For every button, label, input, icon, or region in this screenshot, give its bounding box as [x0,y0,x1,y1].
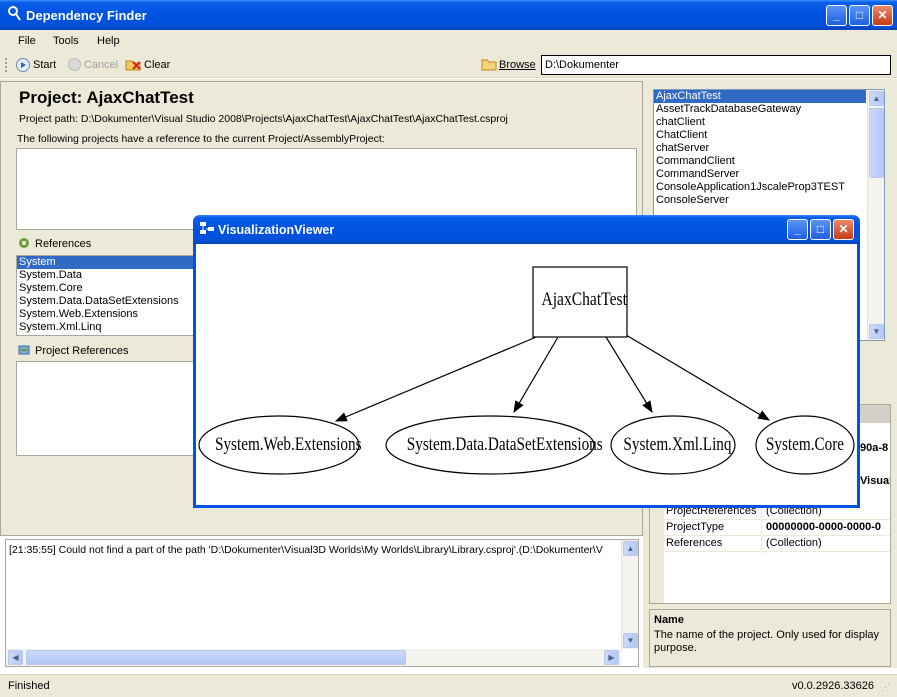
property-row[interactable]: ProjectType 00000000-0000-0000-0 [664,520,890,536]
maximize-button[interactable]: □ [849,5,870,26]
viewer-maximize-button[interactable]: □ [810,219,831,240]
visualization-viewer-window[interactable]: VisualizationViewer _ □ ✕ AjaxChatTest S… [193,215,860,508]
list-item[interactable]: System.Core [17,282,215,295]
play-icon [16,58,30,72]
references-label: References [35,238,92,250]
path-field[interactable]: D:\Dokumenter [541,55,891,75]
description-text: The name of the project. Only used for d… [654,629,880,654]
viewer-title-bar[interactable]: VisualizationViewer _ □ ✕ [193,215,860,244]
status-bar: Finished v0.0.2926.33626 ⋰ [0,674,897,697]
list-item[interactable]: ChatClient [654,129,884,142]
node-label: System.Core [765,434,845,455]
log-vscroll[interactable]: ▲ ▼ [621,540,638,649]
viewer-minimize-button[interactable]: _ [787,219,808,240]
log-hscroll[interactable]: ◀ ▶ [6,649,622,666]
project-title: Project: AjaxChatTest [19,88,194,107]
description-title: Name [654,614,684,626]
references-icon [18,237,30,249]
network-icon [199,221,215,235]
folder-icon [481,57,497,71]
minimize-button[interactable]: _ [826,5,847,26]
root-node-label: AjaxChatTest [541,289,627,310]
project-references-icon [18,344,30,356]
menu-bar: File Tools Help [0,30,897,52]
node-label: System.Data.DataSetExtensions [406,434,603,455]
property-row[interactable]: References (Collection) [664,536,890,552]
list-item[interactable]: CommandClient [654,155,884,168]
node-label: System.Web.Extensions [215,434,362,455]
list-item[interactable]: AssetTrackDatabaseGateway [654,103,884,116]
scroll-thumb[interactable] [869,108,884,178]
resize-grip[interactable]: ⋰ [881,682,890,693]
log-box[interactable]: [21:35:55] Could not find a part of the … [5,539,639,667]
menu-file[interactable]: File [18,35,36,47]
property-value-partial: 90a-8 [860,442,889,454]
grip [5,58,8,72]
property-value-partial: Visual [860,475,891,487]
browse-button[interactable]: Browse [499,59,536,71]
list-item[interactable]: AjaxChatTest [654,90,866,103]
toolbar: Start Cancel Clear Browse D:\Dokumenter [0,52,897,78]
graph-edges [334,334,771,422]
window-title: Dependency Finder [26,8,147,23]
menu-tools[interactable]: Tools [53,35,79,47]
start-button[interactable]: Start [33,59,56,71]
list-item[interactable]: ConsoleServer [654,194,884,207]
menu-help[interactable]: Help [97,35,120,47]
viewer-title: VisualizationViewer [218,223,335,237]
project-path: Project path: D:\Dokumenter\Visual Studi… [19,113,508,125]
cancel-button[interactable]: Cancel [84,59,118,71]
node-label: System.Xml.Linq [623,434,732,455]
project-references-label: Project References [35,345,129,357]
reference-note: The following projects have a reference … [17,133,385,145]
clear-button[interactable]: Clear [144,59,170,71]
list-item[interactable]: System.Data [17,269,215,282]
close-button[interactable]: ✕ [872,5,893,26]
app-icon [7,5,21,21]
list-item[interactable]: CommandServer [654,168,884,181]
title-bar[interactable]: Dependency Finder _ □ ✕ [0,0,897,30]
property-description: Name The name of the project. Only used … [649,609,891,667]
project-references-list[interactable] [16,361,216,456]
version-text: v0.0.2926.33626 [792,680,874,692]
viewer-close-button[interactable]: ✕ [833,219,854,240]
status-text: Finished [8,680,50,692]
cancel-icon [68,58,81,71]
clear-icon [125,57,141,71]
list-item[interactable]: chatServer [654,142,884,155]
list-item[interactable]: ConsoleApplication1JscaleProp3TEST [654,181,884,194]
graph-canvas: AjaxChatTest System.Web.Extensions Syste… [196,244,857,505]
project-list-vscroll[interactable]: ▲ ▼ [867,90,884,340]
references-list[interactable]: System System.Data System.Core System.Da… [16,255,216,336]
list-item[interactable]: chatClient [654,116,884,129]
log-line: [21:35:55] Could not find a part of the … [9,544,603,556]
list-item[interactable]: System [17,256,215,269]
list-item[interactable]: System.Web.Extensions [17,308,215,321]
list-item[interactable]: System.Xml.Linq [17,321,215,334]
list-item[interactable]: System.Data.DataSetExtensions [17,295,215,308]
log-hscroll-thumb[interactable] [26,650,406,665]
